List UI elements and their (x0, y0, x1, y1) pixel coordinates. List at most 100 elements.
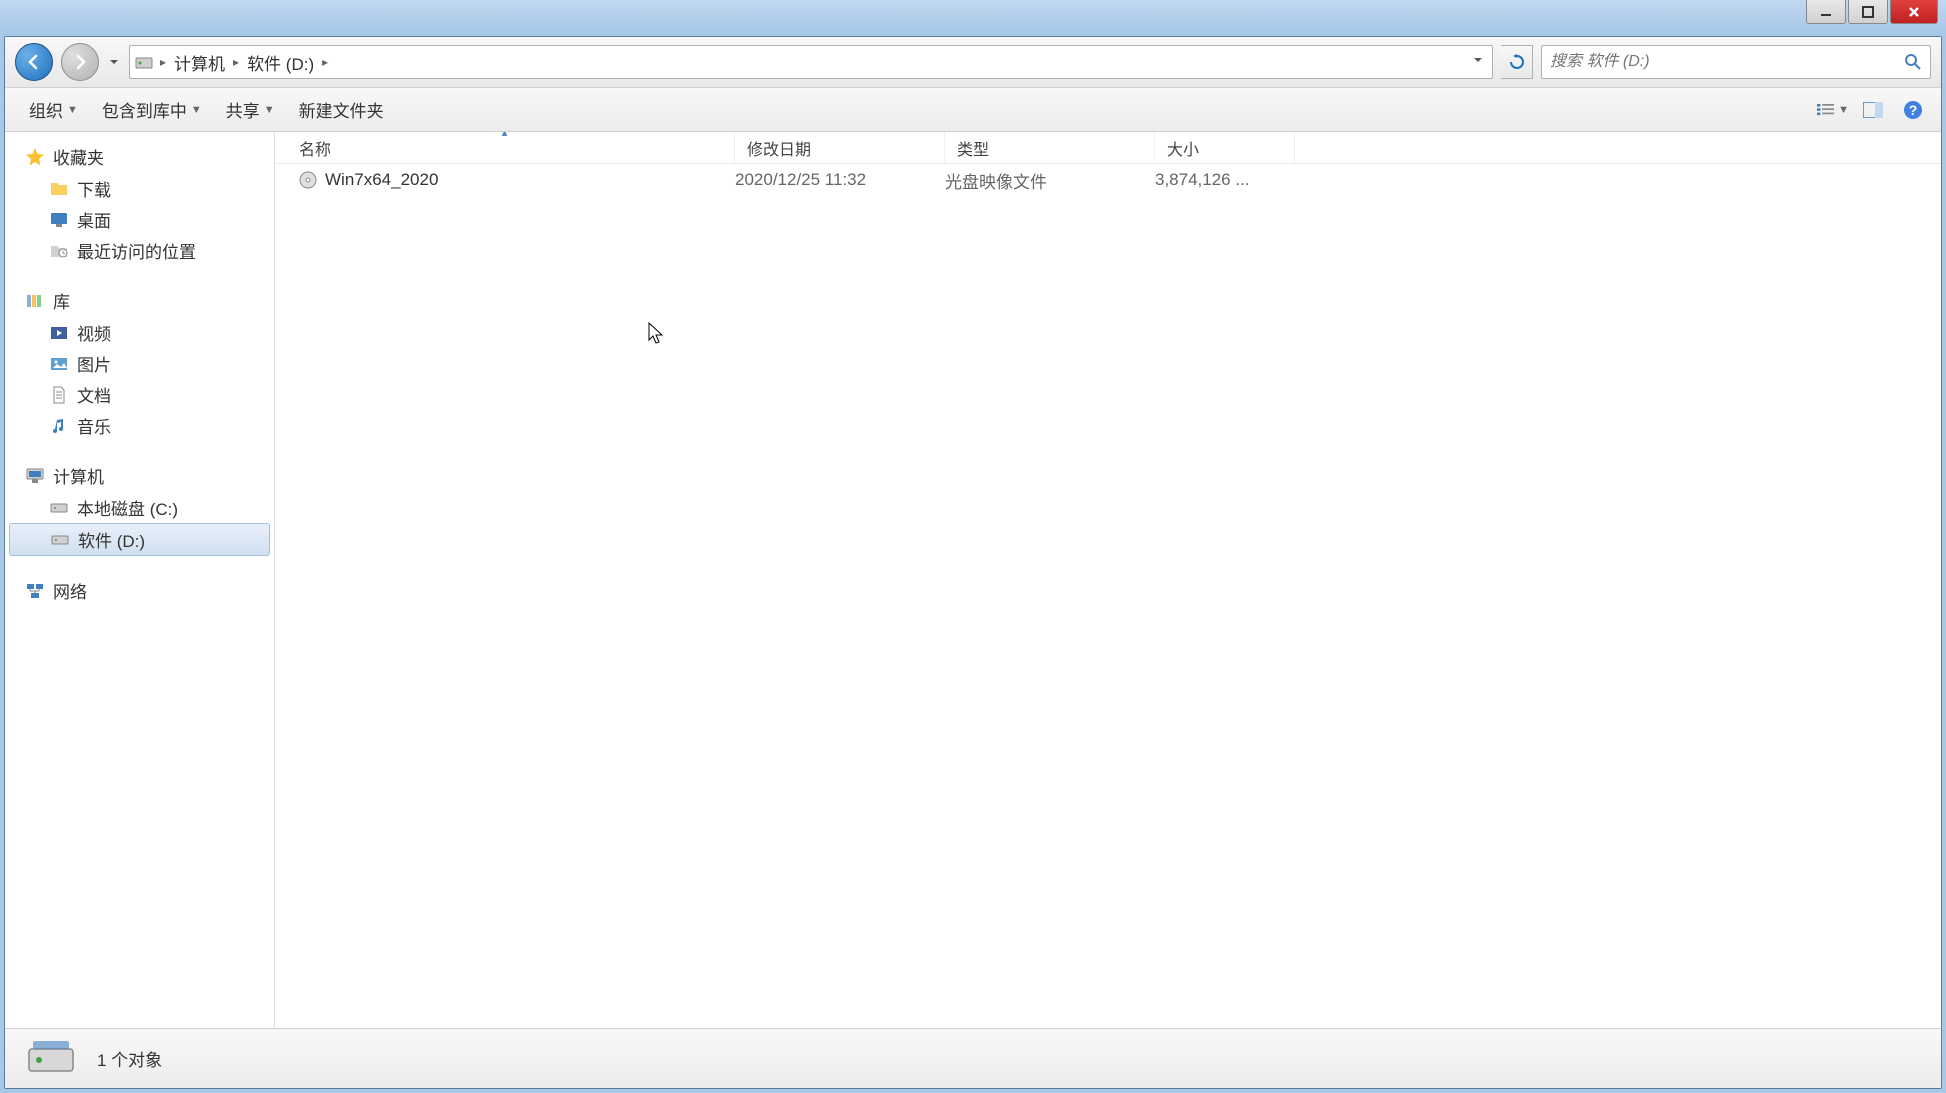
organize-button[interactable]: 组织 ▼ (17, 91, 90, 128)
forward-button[interactable] (61, 43, 99, 81)
favorites-label: 收藏夹 (53, 144, 104, 169)
file-type: 光盘映像文件 (945, 168, 1155, 193)
drive-icon (50, 530, 70, 550)
column-header-size[interactable]: 大小 (1155, 132, 1295, 164)
search-box[interactable] (1541, 45, 1931, 79)
preview-pane-button[interactable] (1857, 96, 1889, 124)
address-row: ▸ 计算机 ▸ 软件 (D:) ▸ (5, 37, 1941, 88)
video-icon (49, 323, 69, 343)
sidebar-item-desktop[interactable]: 桌面 (5, 204, 274, 235)
sidebar-computer[interactable]: 计算机 (5, 459, 274, 492)
recent-icon (49, 241, 69, 261)
chevron-down-icon: ▼ (191, 104, 202, 116)
file-size: 3,874,126 ... (1155, 170, 1295, 190)
share-label: 共享 (226, 97, 260, 122)
folder-icon (49, 179, 69, 199)
share-button[interactable]: 共享 ▼ (214, 91, 287, 128)
star-icon (25, 147, 45, 167)
sidebar-item-downloads[interactable]: 下载 (5, 173, 274, 204)
sidebar-item-drive-c[interactable]: 本地磁盘 (C:) (5, 492, 274, 523)
library-icon (25, 291, 45, 311)
close-button[interactable] (1890, 0, 1938, 24)
explorer-window: ▸ 计算机 ▸ 软件 (D:) ▸ 组织 ▼ 包含到库中 ▼ 共享 ▼ (4, 36, 1942, 1089)
back-button[interactable] (15, 43, 53, 81)
sidebar-favorites[interactable]: 收藏夹 (5, 140, 274, 173)
column-headers: 名称 修改日期 类型 大小 (275, 132, 1941, 164)
help-button[interactable]: ? (1897, 96, 1929, 124)
sidebar-item-label: 音乐 (77, 413, 111, 438)
address-bar[interactable]: ▸ 计算机 ▸ 软件 (D:) ▸ (129, 45, 1493, 79)
document-icon (49, 385, 69, 405)
search-icon (1904, 53, 1922, 71)
sidebar-item-label: 视频 (77, 320, 111, 345)
favorites-group: 收藏夹 下载 桌面 最近访问的位置 (5, 140, 274, 266)
toolbar: 组织 ▼ 包含到库中 ▼ 共享 ▼ 新建文件夹 ▼ ? (5, 88, 1941, 132)
sidebar-item-label: 文档 (77, 382, 111, 407)
nav-history-dropdown[interactable] (107, 57, 121, 67)
sidebar-item-videos[interactable]: 视频 (5, 317, 274, 348)
sidebar-item-label: 图片 (77, 351, 111, 376)
view-mode-button[interactable]: ▼ (1817, 96, 1849, 124)
address-dropdown[interactable] (1468, 49, 1488, 75)
sidebar-network[interactable]: 网络 (5, 574, 274, 607)
column-header-date[interactable]: 修改日期 (735, 132, 945, 164)
desktop-icon (49, 210, 69, 230)
libraries-group: 库 视频 图片 文档 音乐 (5, 284, 274, 441)
sidebar-item-label: 下载 (77, 176, 111, 201)
include-label: 包含到库中 (102, 97, 187, 122)
sidebar-item-label: 最近访问的位置 (77, 238, 196, 263)
sidebar-libraries[interactable]: 库 (5, 284, 274, 317)
network-icon (25, 581, 45, 601)
include-library-button[interactable]: 包含到库中 ▼ (90, 91, 214, 128)
file-date: 2020/12/25 11:32 (735, 170, 945, 190)
new-folder-label: 新建文件夹 (299, 97, 384, 122)
column-header-type[interactable]: 类型 (945, 132, 1155, 164)
chevron-down-icon: ▼ (67, 104, 78, 116)
breadcrumb-computer[interactable]: 计算机 (168, 48, 231, 77)
new-folder-button[interactable]: 新建文件夹 (287, 91, 396, 128)
content-area: 收藏夹 下载 桌面 最近访问的位置 库 (5, 132, 1941, 1028)
network-label: 网络 (53, 578, 87, 603)
music-icon (49, 416, 69, 436)
window-controls (1806, 0, 1938, 24)
sidebar-item-recent[interactable]: 最近访问的位置 (5, 235, 274, 266)
sidebar-item-label: 本地磁盘 (C:) (77, 495, 178, 520)
organize-label: 组织 (29, 97, 63, 122)
sidebar-item-drive-d[interactable]: 软件 (D:) (9, 523, 270, 556)
file-list[interactable]: Win7x64_2020 2020/12/25 11:32 光盘映像文件 3,8… (275, 164, 1941, 1028)
svg-text:?: ? (1909, 102, 1918, 118)
libraries-label: 库 (53, 288, 70, 313)
sidebar-item-music[interactable]: 音乐 (5, 410, 274, 441)
refresh-button[interactable] (1501, 45, 1533, 79)
breadcrumb-separator: ▸ (320, 55, 330, 69)
breadcrumb-drive[interactable]: 软件 (D:) (241, 48, 320, 77)
file-row[interactable]: Win7x64_2020 2020/12/25 11:32 光盘映像文件 3,8… (275, 164, 1941, 196)
titlebar (0, 0, 1946, 32)
sidebar-item-pictures[interactable]: 图片 (5, 348, 274, 379)
network-group: 网络 (5, 574, 274, 607)
drive-icon (134, 52, 154, 72)
maximize-button[interactable] (1848, 0, 1888, 24)
sidebar-item-label: 桌面 (77, 207, 111, 232)
breadcrumb-separator: ▸ (158, 55, 168, 69)
sidebar-item-label: 软件 (D:) (78, 527, 145, 552)
drive-large-icon (25, 1033, 77, 1085)
file-name: Win7x64_2020 (325, 170, 438, 190)
status-text: 1 个对象 (97, 1046, 162, 1071)
status-bar: 1 个对象 (5, 1028, 1941, 1088)
breadcrumb-separator: ▸ (231, 55, 241, 69)
computer-label: 计算机 (53, 463, 104, 488)
computer-icon (25, 466, 45, 486)
computer-group: 计算机 本地磁盘 (C:) 软件 (D:) (5, 459, 274, 556)
minimize-button[interactable] (1806, 0, 1846, 24)
column-header-name[interactable]: 名称 (275, 132, 735, 164)
navigation-pane: 收藏夹 下载 桌面 最近访问的位置 库 (5, 132, 275, 1028)
iso-file-icon (299, 171, 317, 189)
file-area: 名称 修改日期 类型 大小 Win7x64_2020 2020/12/25 11… (275, 132, 1941, 1028)
search-input[interactable] (1550, 53, 1904, 71)
chevron-down-icon: ▼ (1838, 104, 1849, 116)
chevron-down-icon: ▼ (264, 104, 275, 116)
sidebar-item-documents[interactable]: 文档 (5, 379, 274, 410)
drive-icon (49, 498, 69, 518)
picture-icon (49, 354, 69, 374)
